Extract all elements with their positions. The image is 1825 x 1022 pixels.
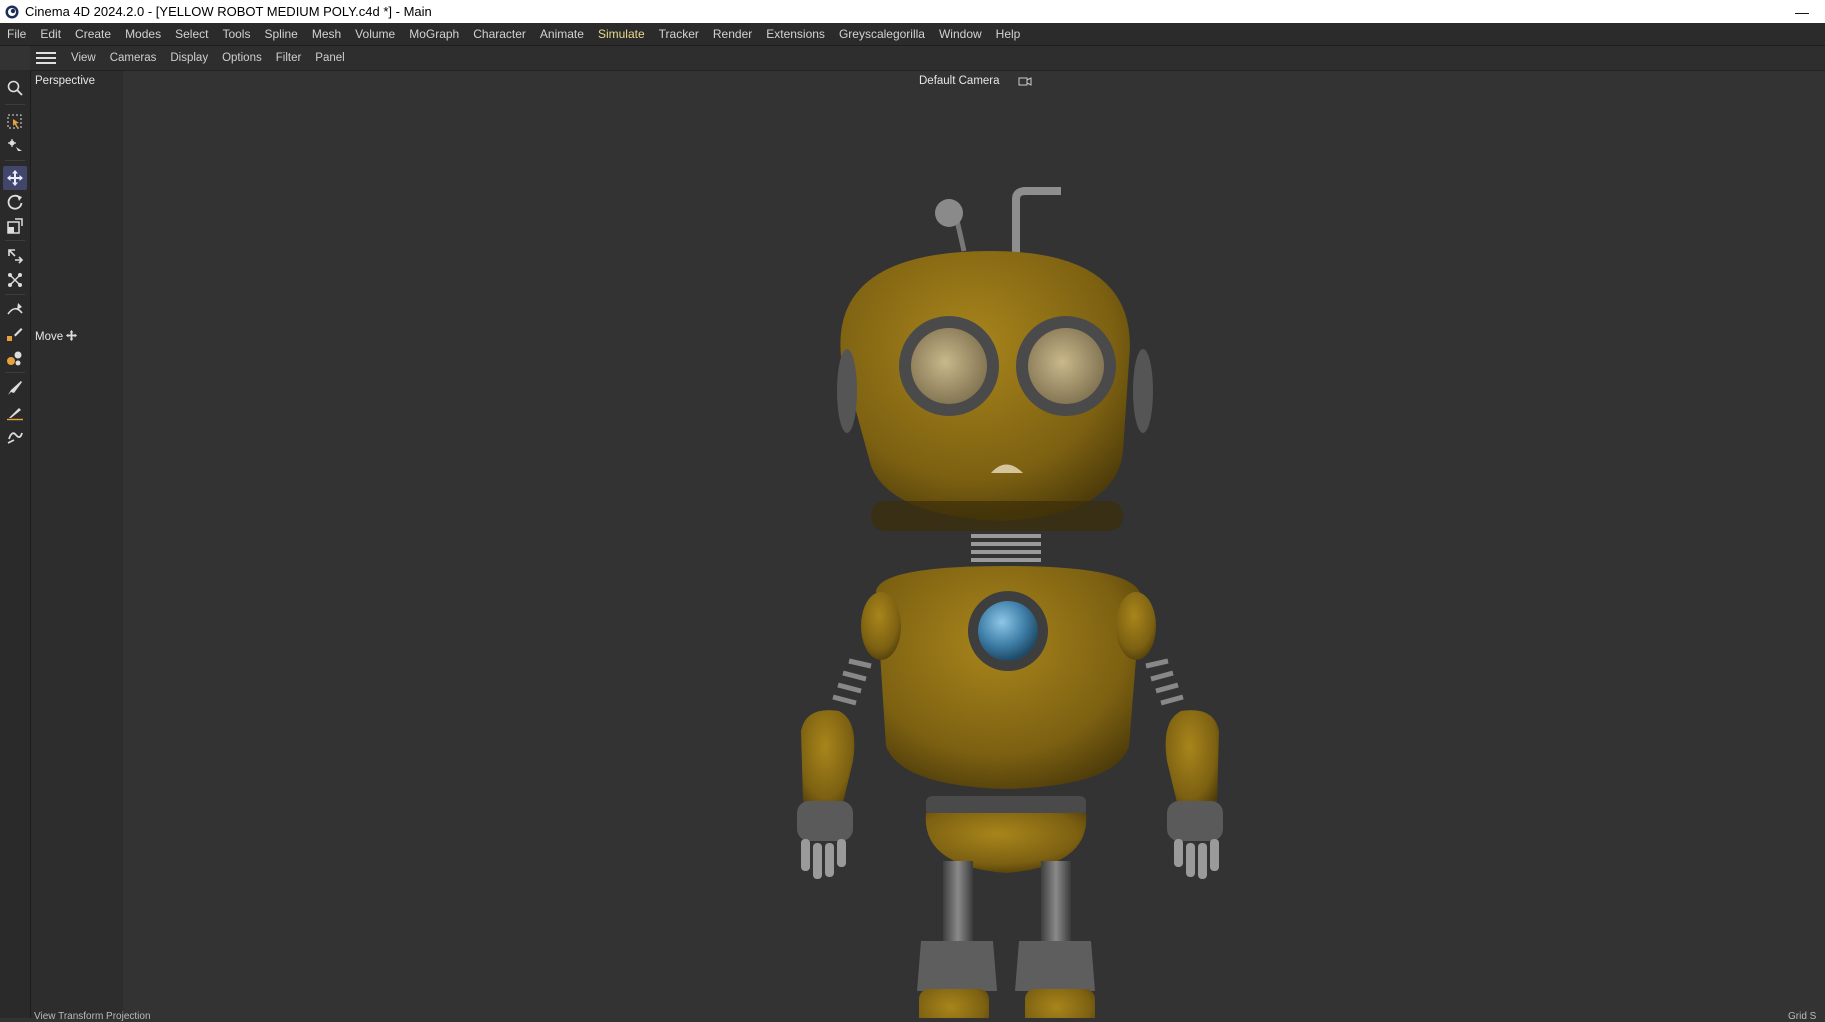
menu-mograph[interactable]: MoGraph bbox=[402, 23, 466, 45]
cinema4d-logo-icon bbox=[5, 5, 19, 18]
menu-tools[interactable]: Tools bbox=[215, 23, 257, 45]
window-title: Cinema 4D 2024.2.0 - [YELLOW ROBOT MEDIU… bbox=[25, 4, 432, 19]
menu-file[interactable]: File bbox=[0, 23, 33, 45]
menu-spline[interactable]: Spline bbox=[257, 23, 304, 45]
title-bar: Cinema 4D 2024.2.0 - [YELLOW ROBOT MEDIU… bbox=[0, 0, 1825, 23]
menu-window[interactable]: Window bbox=[932, 23, 989, 45]
menu-character[interactable]: Character bbox=[466, 23, 533, 45]
camera-link-icon[interactable] bbox=[1018, 76, 1032, 88]
weight-paint-icon[interactable] bbox=[3, 346, 27, 370]
perspective-viewport[interactable]: Perspective Default Camera Move bbox=[31, 71, 1825, 1018]
menu-render[interactable]: Render bbox=[706, 23, 759, 45]
spline-sketch-icon[interactable] bbox=[3, 322, 27, 346]
transfer-icon[interactable] bbox=[3, 244, 27, 268]
menu-modes[interactable]: Modes bbox=[118, 23, 168, 45]
main-menu-bar: File Edit Create Modes Select Tools Spli… bbox=[0, 23, 1825, 46]
viewport-menu-display[interactable]: Display bbox=[163, 46, 215, 70]
viewport-menu-options[interactable]: Options bbox=[215, 46, 269, 70]
viewport-menu-cameras[interactable]: Cameras bbox=[103, 46, 164, 70]
menu-volume[interactable]: Volume bbox=[348, 23, 402, 45]
menu-help[interactable]: Help bbox=[989, 23, 1028, 45]
tool-palette bbox=[0, 70, 31, 1018]
spline-pen-icon[interactable] bbox=[3, 298, 27, 322]
minimize-button[interactable]: — bbox=[1779, 4, 1825, 20]
brush-icon[interactable] bbox=[3, 376, 27, 400]
viewport-menu-view[interactable]: View bbox=[64, 46, 103, 70]
viewport-hud-strip bbox=[31, 71, 123, 1018]
rotate-icon[interactable] bbox=[3, 190, 27, 214]
active-tool-name: Move bbox=[35, 331, 64, 343]
status-right: Grid S bbox=[1788, 1011, 1817, 1022]
menu-tracker[interactable]: Tracker bbox=[652, 23, 706, 45]
viewport-menu-panel[interactable]: Panel bbox=[308, 46, 351, 70]
menu-create[interactable]: Create bbox=[68, 23, 118, 45]
robot-model[interactable] bbox=[731, 121, 1291, 1018]
live-selection-icon[interactable] bbox=[3, 110, 27, 134]
menu-mesh[interactable]: Mesh bbox=[305, 23, 348, 45]
view-name-label[interactable]: Perspective bbox=[35, 75, 95, 87]
move-icon[interactable] bbox=[3, 166, 27, 190]
menu-select[interactable]: Select bbox=[168, 23, 215, 45]
selection-options-icon[interactable] bbox=[3, 134, 27, 158]
menu-simulate[interactable]: Simulate bbox=[591, 23, 652, 45]
menu-greyscalegorilla[interactable]: Greyscalegorilla bbox=[832, 23, 932, 45]
move-hint-icon bbox=[66, 330, 78, 341]
viewport-menu-filter[interactable]: Filter bbox=[269, 46, 309, 70]
menu-animate[interactable]: Animate bbox=[533, 23, 591, 45]
search-icon[interactable] bbox=[3, 76, 27, 100]
menu-edit[interactable]: Edit bbox=[33, 23, 68, 45]
camera-name-label[interactable]: Default Camera bbox=[919, 75, 1000, 87]
sculpt-icon[interactable] bbox=[3, 424, 27, 448]
viewport-menu-bar: View Cameras Display Options Filter Pane… bbox=[30, 46, 1825, 71]
menu-extensions[interactable]: Extensions bbox=[759, 23, 832, 45]
scale-icon[interactable] bbox=[3, 214, 27, 238]
hamburger-menu-icon[interactable] bbox=[36, 50, 56, 66]
active-tool-label: Move bbox=[35, 330, 78, 343]
status-left: View Transform Projection bbox=[34, 1011, 151, 1022]
snap-icon[interactable] bbox=[3, 268, 27, 292]
knife-icon[interactable] bbox=[3, 400, 27, 424]
